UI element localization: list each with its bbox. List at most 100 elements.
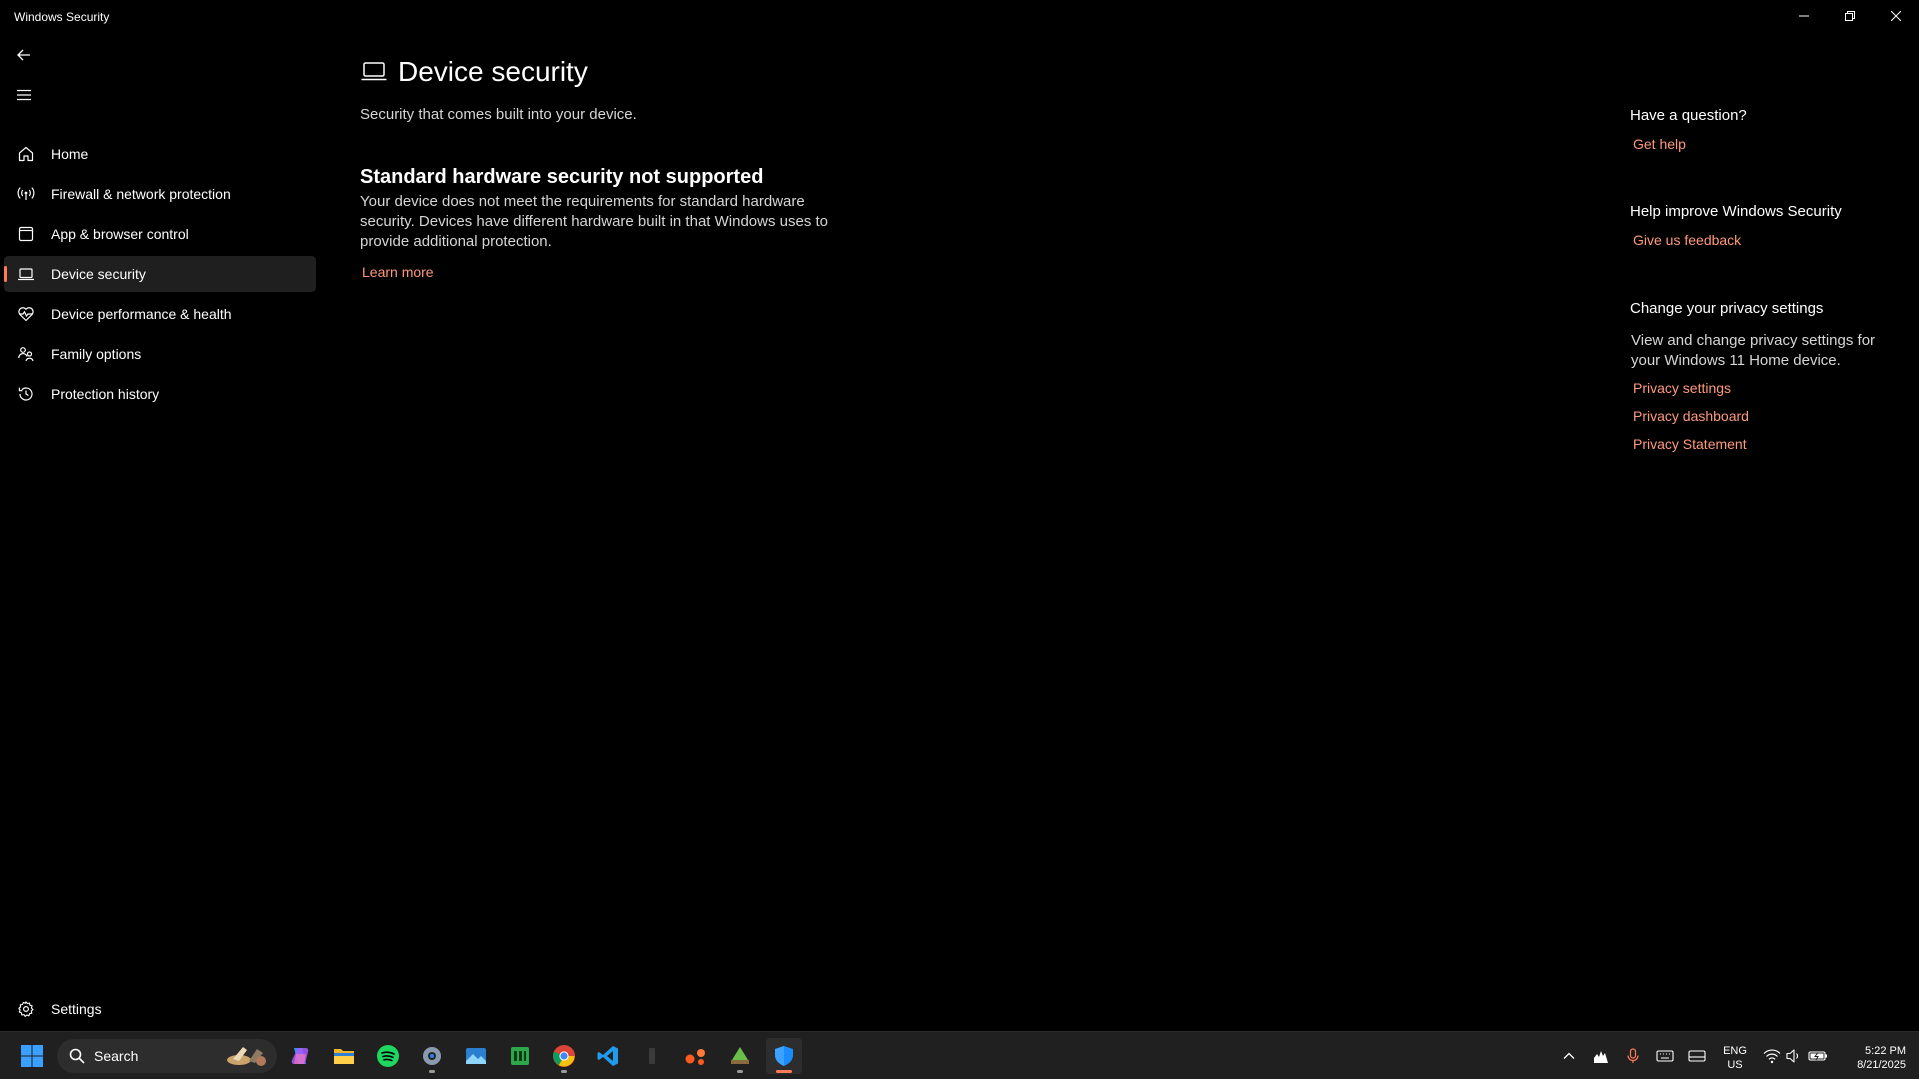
chrome-icon <box>553 1045 575 1067</box>
minimize-button[interactable] <box>1781 0 1827 32</box>
window-title: Windows Security <box>14 10 110 24</box>
touch-keyboard-button[interactable] <box>1653 1044 1677 1068</box>
show-hidden-icons-button[interactable] <box>1557 1044 1581 1068</box>
privacy-settings-link[interactable]: Privacy settings <box>1633 380 1731 396</box>
settings-taskbar-button[interactable] <box>414 1038 450 1074</box>
sidebar-item-device-security[interactable]: Device security <box>4 256 316 292</box>
sidebar-item-app-browser[interactable]: App & browser control <box>4 216 316 252</box>
orange-app-taskbar-button[interactable] <box>678 1038 714 1074</box>
clock-date: 8/21/2025 <box>1857 1059 1906 1071</box>
give-feedback-link[interactable]: Give us feedback <box>1633 232 1741 248</box>
vscode-taskbar-button[interactable] <box>590 1038 626 1074</box>
have-a-question-heading: Have a question? <box>1630 107 1747 124</box>
terminal-taskbar-button[interactable] <box>502 1038 538 1074</box>
family-icon <box>16 344 36 364</box>
unknown-taskbar-button[interactable] <box>634 1038 670 1074</box>
green-app-taskbar-button[interactable] <box>722 1038 758 1074</box>
history-icon <box>16 384 36 404</box>
language-indicator[interactable]: ENG US <box>1718 1044 1752 1072</box>
sidebar-item-firewall[interactable]: Firewall & network protection <box>4 176 316 212</box>
wireless-signal-icon <box>16 184 36 204</box>
back-arrow-icon <box>17 49 30 61</box>
running-indicator <box>776 1070 792 1073</box>
vscode-icon <box>597 1046 618 1066</box>
sidebar-item-performance-health[interactable]: Device performance & health <box>4 296 316 332</box>
running-indicator <box>429 1070 435 1073</box>
restore-icon <box>1845 11 1855 21</box>
input-panel-button[interactable] <box>1685 1044 1709 1068</box>
display-icon <box>1688 1050 1706 1062</box>
back-button[interactable] <box>8 39 40 71</box>
battery-button[interactable] <box>1806 1044 1830 1068</box>
app-icon <box>649 1048 655 1064</box>
section-body: Your device does not meet the requiremen… <box>360 193 829 250</box>
region-code: US <box>1727 1059 1743 1071</box>
running-indicator <box>561 1070 567 1073</box>
spotify-taskbar-button[interactable] <box>370 1038 406 1074</box>
privacy-heading: Change your privacy settings <box>1630 300 1824 317</box>
running-indicator <box>737 1070 743 1073</box>
heart-pulse-icon <box>16 304 36 324</box>
settings-gear-icon <box>423 1047 441 1065</box>
photos-icon <box>466 1048 486 1064</box>
battery-charging-icon <box>1808 1051 1827 1061</box>
search-label: Search <box>94 1048 139 1064</box>
sidebar-item-settings[interactable]: Settings <box>4 991 316 1027</box>
green-landscape-icon <box>731 1047 749 1064</box>
folder-icon <box>334 1049 354 1064</box>
taskbar-search-box[interactable]: Search <box>57 1039 277 1073</box>
minimize-icon <box>1799 15 1809 17</box>
sidebar-item-protection-history[interactable]: Protection history <box>4 376 316 412</box>
sidebar-item-label: Device security <box>51 266 146 282</box>
search-highlight-icon <box>227 1047 266 1066</box>
language-code: ENG <box>1723 1045 1747 1057</box>
sidebar-item-label: Device performance & health <box>51 306 232 322</box>
sidebar-item-family-options[interactable]: Family options <box>4 336 316 372</box>
gear-icon <box>16 999 36 1019</box>
wifi-icon <box>1763 1049 1781 1064</box>
taskbar: Search ENG US 5:22 PM 8/21/2025 <box>0 1031 1919 1079</box>
keyboard-icon <box>1656 1050 1674 1062</box>
copilot-icon <box>291 1048 309 1064</box>
page-subtitle: Security that comes built into your devi… <box>360 106 637 123</box>
green-app-icon <box>511 1047 529 1065</box>
sidebar-item-label: Protection history <box>51 386 160 402</box>
menu-button[interactable] <box>8 79 40 111</box>
windows-logo-icon <box>21 1045 43 1067</box>
copilot-taskbar-button[interactable] <box>282 1038 318 1074</box>
orange-dots-icon <box>685 1049 705 1065</box>
windows-security-taskbar-button[interactable] <box>766 1038 802 1074</box>
sidebar-item-home[interactable]: Home <box>4 136 316 172</box>
settings-label: Settings <box>51 1001 102 1017</box>
start-button[interactable] <box>14 1038 50 1074</box>
close-button[interactable] <box>1873 0 1919 32</box>
tray-app-button[interactable] <box>1589 1044 1613 1068</box>
learn-more-link[interactable]: Learn more <box>362 264 434 280</box>
microphone-icon <box>1627 1048 1639 1063</box>
privacy-statement-link[interactable]: Privacy Statement <box>1633 436 1747 452</box>
sidebar-item-label: App & browser control <box>51 226 189 242</box>
speaker-icon <box>1786 1049 1799 1063</box>
audio-levels-icon <box>1594 1051 1608 1063</box>
chevron-up-icon <box>1563 1052 1575 1059</box>
page-title: Device security <box>398 56 588 87</box>
network-button[interactable] <box>1760 1044 1784 1068</box>
app-window-icon <box>16 224 36 244</box>
privacy-dashboard-link[interactable]: Privacy dashboard <box>1633 408 1749 424</box>
sidebar: Home Firewall & network protection App &… <box>0 32 320 1031</box>
home-icon <box>16 144 36 164</box>
privacy-description: View and change privacy settings for you… <box>1631 332 1876 369</box>
get-help-link[interactable]: Get help <box>1633 136 1686 152</box>
photos-taskbar-button[interactable] <box>458 1038 494 1074</box>
sidebar-item-label: Home <box>51 146 89 162</box>
section-title: Standard hardware security not supported <box>360 166 764 188</box>
chrome-taskbar-button[interactable] <box>546 1038 582 1074</box>
restore-button[interactable] <box>1827 0 1873 32</box>
clock[interactable]: 5:22 PM 8/21/2025 <box>1830 1044 1906 1072</box>
microphone-button[interactable] <box>1621 1044 1645 1068</box>
windows-security-window: Windows Security Home Firewall & network… <box>0 0 1919 1031</box>
volume-button[interactable] <box>1782 1044 1806 1068</box>
shield-icon <box>775 1046 793 1066</box>
laptop-icon <box>16 264 36 284</box>
file-explorer-taskbar-button[interactable] <box>326 1038 362 1074</box>
